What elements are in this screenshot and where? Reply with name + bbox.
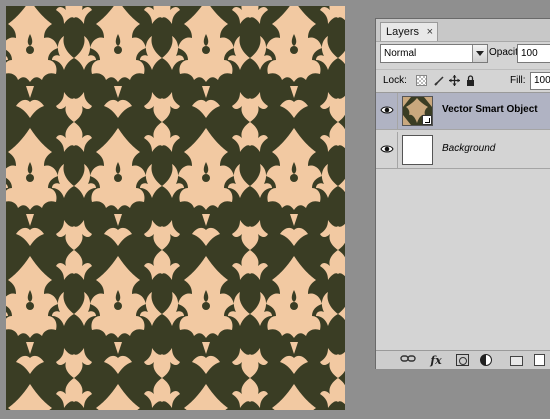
- layer-style-button[interactable]: fx: [428, 354, 444, 367]
- blend-mode-select[interactable]: Normal: [380, 44, 488, 63]
- layer-row-vector-smart-object[interactable]: Vector Smart Object: [376, 93, 550, 130]
- lock-position-icon[interactable]: [449, 75, 460, 86]
- layer-thumbnail: [402, 135, 433, 165]
- fill-label: Fill:: [510, 75, 526, 86]
- tab-layers[interactable]: Layers ×: [380, 22, 438, 41]
- new-layer-icon[interactable]: [534, 354, 545, 366]
- layers-panel: Layers × Normal Opacity: 100 Lock: Fill:…: [375, 18, 550, 371]
- panel-footer: fx: [376, 350, 550, 371]
- layer-row-background[interactable]: Background: [376, 132, 550, 169]
- smart-object-badge-icon: [422, 115, 432, 125]
- lock-transparent-pixels-icon[interactable]: [416, 75, 427, 86]
- document-canvas[interactable]: [6, 6, 345, 410]
- layer-name: Vector Smart Object: [442, 104, 538, 115]
- visibility-toggle[interactable]: [376, 93, 398, 129]
- adjustment-icon[interactable]: [480, 354, 492, 366]
- blend-mode-value: Normal: [384, 48, 417, 59]
- lock-image-pixels-icon[interactable]: [434, 75, 445, 86]
- fill-input[interactable]: 100: [530, 72, 550, 90]
- lock-label: Lock:: [383, 75, 407, 86]
- damask-pattern: [6, 6, 345, 410]
- link-icon[interactable]: [400, 354, 416, 367]
- panel-tab-bar: Layers ×: [376, 19, 550, 42]
- document-workspace: [0, 0, 375, 419]
- visibility-toggle[interactable]: [376, 132, 398, 168]
- chevron-down-icon[interactable]: [472, 45, 487, 62]
- lock-all-icon[interactable]: [465, 75, 476, 86]
- layer-list: Vector Smart Object Background: [376, 92, 550, 351]
- opacity-input[interactable]: 100: [517, 44, 550, 63]
- lock-row: Lock: Fill: 100: [376, 69, 550, 92]
- eye-icon: [380, 106, 394, 114]
- blend-row: Normal Opacity: 100: [376, 44, 550, 66]
- eye-icon: [380, 145, 394, 153]
- mask-icon[interactable]: [456, 354, 469, 366]
- workspace-strip: [375, 369, 550, 419]
- layer-thumbnail: [402, 96, 433, 126]
- folder-icon[interactable]: [510, 356, 523, 366]
- layer-name: Background: [442, 143, 496, 154]
- close-icon[interactable]: ×: [427, 23, 433, 41]
- tab-layers-label: Layers: [386, 26, 420, 38]
